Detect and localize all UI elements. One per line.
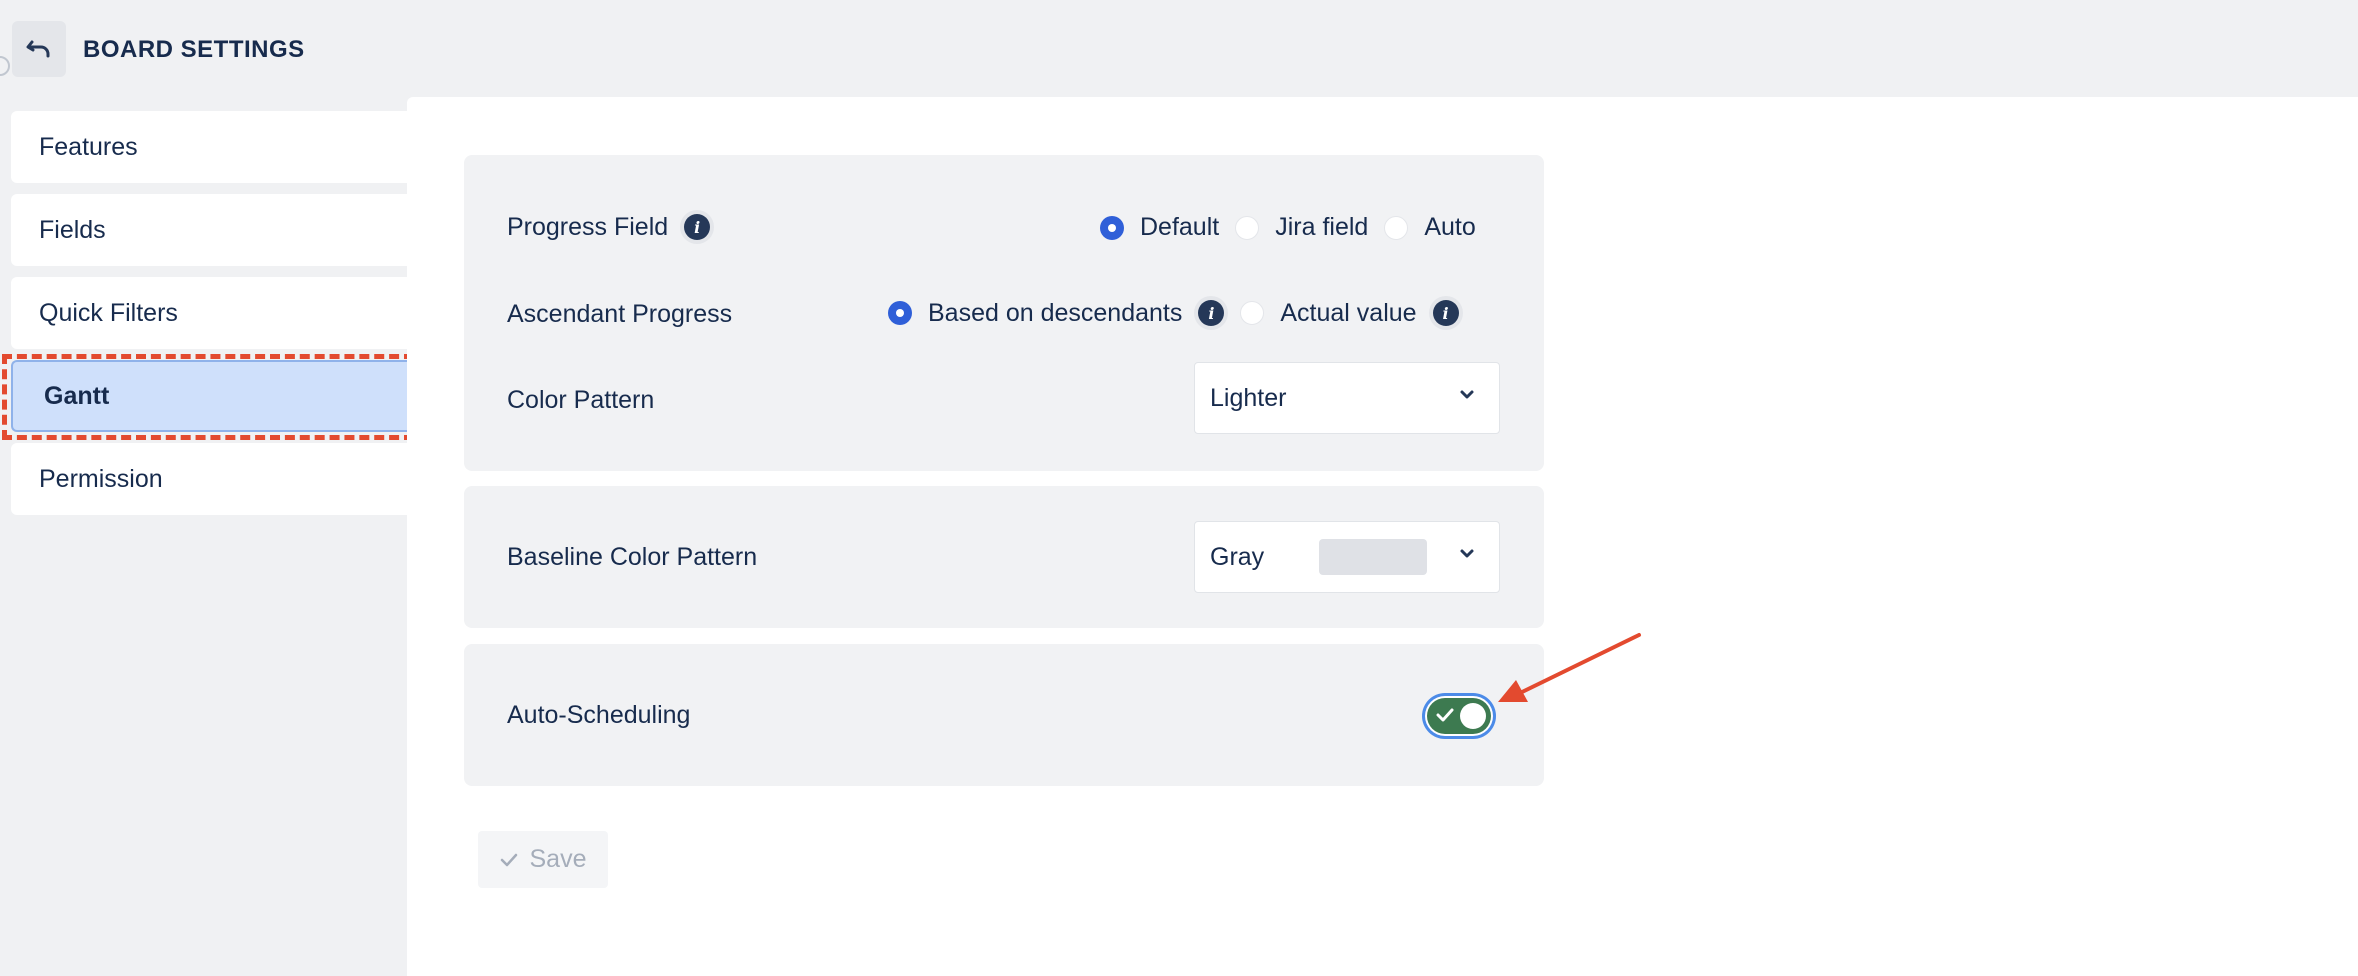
ascendant-progress-label: Ascendant Progress bbox=[507, 300, 733, 328]
sidebar-item-label: Features bbox=[39, 132, 138, 161]
color-pattern-select[interactable]: Lighter bbox=[1194, 362, 1500, 434]
info-icon[interactable]: i bbox=[1428, 296, 1463, 330]
sidebar-item-fields[interactable]: Fields bbox=[11, 194, 407, 266]
auto-scheduling-panel: Auto-Scheduling bbox=[464, 644, 1544, 786]
select-value: Lighter bbox=[1210, 383, 1287, 412]
auto-scheduling-toggle[interactable] bbox=[1427, 698, 1491, 734]
annotation-arrow-icon bbox=[1498, 633, 1641, 702]
info-icon[interactable]: i bbox=[680, 210, 715, 244]
select-value: Gray bbox=[1210, 542, 1265, 571]
chevron-down-icon bbox=[1460, 549, 1474, 558]
radio-auto[interactable] bbox=[1384, 215, 1409, 240]
radio-default[interactable] bbox=[1100, 215, 1124, 240]
baseline-panel: Baseline Color Pattern Gray bbox=[464, 486, 1544, 628]
progress-settings-panel: Progress Field i Default Jira field Auto… bbox=[464, 155, 1544, 471]
sidebar-item-label: Quick Filters bbox=[39, 298, 178, 327]
auto-scheduling-label: Auto-Scheduling bbox=[507, 701, 691, 729]
radio-label: Jira field bbox=[1275, 213, 1369, 241]
check-icon bbox=[500, 853, 517, 866]
sidebar-item-permission[interactable]: Permission bbox=[11, 443, 407, 515]
radio-based-on-descendants[interactable] bbox=[888, 301, 912, 325]
baseline-color-pattern-select[interactable]: Gray bbox=[1194, 521, 1500, 593]
page-title: BOARD SETTINGS bbox=[83, 36, 305, 63]
radio-jira-field[interactable] bbox=[1235, 215, 1260, 240]
color-pattern-label: Color Pattern bbox=[507, 386, 655, 414]
radio-label: Actual value bbox=[1280, 298, 1417, 327]
sidebar-item-label: Fields bbox=[39, 215, 106, 244]
undo-icon bbox=[26, 40, 50, 58]
progress-field-options: Default Jira field Auto bbox=[1100, 213, 1476, 242]
save-button[interactable]: Save bbox=[478, 831, 608, 888]
check-icon bbox=[1436, 708, 1454, 722]
collapse-handle[interactable] bbox=[0, 56, 10, 76]
sidebar-item-features[interactable]: Features bbox=[11, 111, 407, 183]
radio-actual-value[interactable] bbox=[1240, 301, 1265, 325]
radio-label: Auto bbox=[1424, 213, 1476, 241]
save-label: Save bbox=[529, 845, 587, 873]
sidebar-item-label: Permission bbox=[39, 464, 163, 493]
radio-label: Default bbox=[1140, 213, 1220, 241]
sidebar-item-quick-filters[interactable]: Quick Filters bbox=[11, 277, 407, 349]
baseline-color-pattern-label: Baseline Color Pattern bbox=[507, 543, 758, 571]
annotation-highlight-box bbox=[2, 354, 414, 440]
toggle-knob bbox=[1460, 703, 1486, 729]
radio-label: Based on descendants bbox=[928, 298, 1183, 327]
main-content: Progress Field i Default Jira field Auto… bbox=[407, 97, 2358, 976]
progress-field-row: Progress Field i bbox=[507, 210, 715, 244]
progress-field-label: Progress Field bbox=[507, 212, 669, 241]
info-icon[interactable]: i bbox=[1194, 296, 1229, 330]
ascendant-progress-options: Based on descendants i Actual value i bbox=[888, 296, 1463, 330]
chevron-down-icon bbox=[1460, 390, 1474, 399]
color-swatch bbox=[1319, 539, 1427, 575]
back-button[interactable] bbox=[12, 21, 66, 77]
